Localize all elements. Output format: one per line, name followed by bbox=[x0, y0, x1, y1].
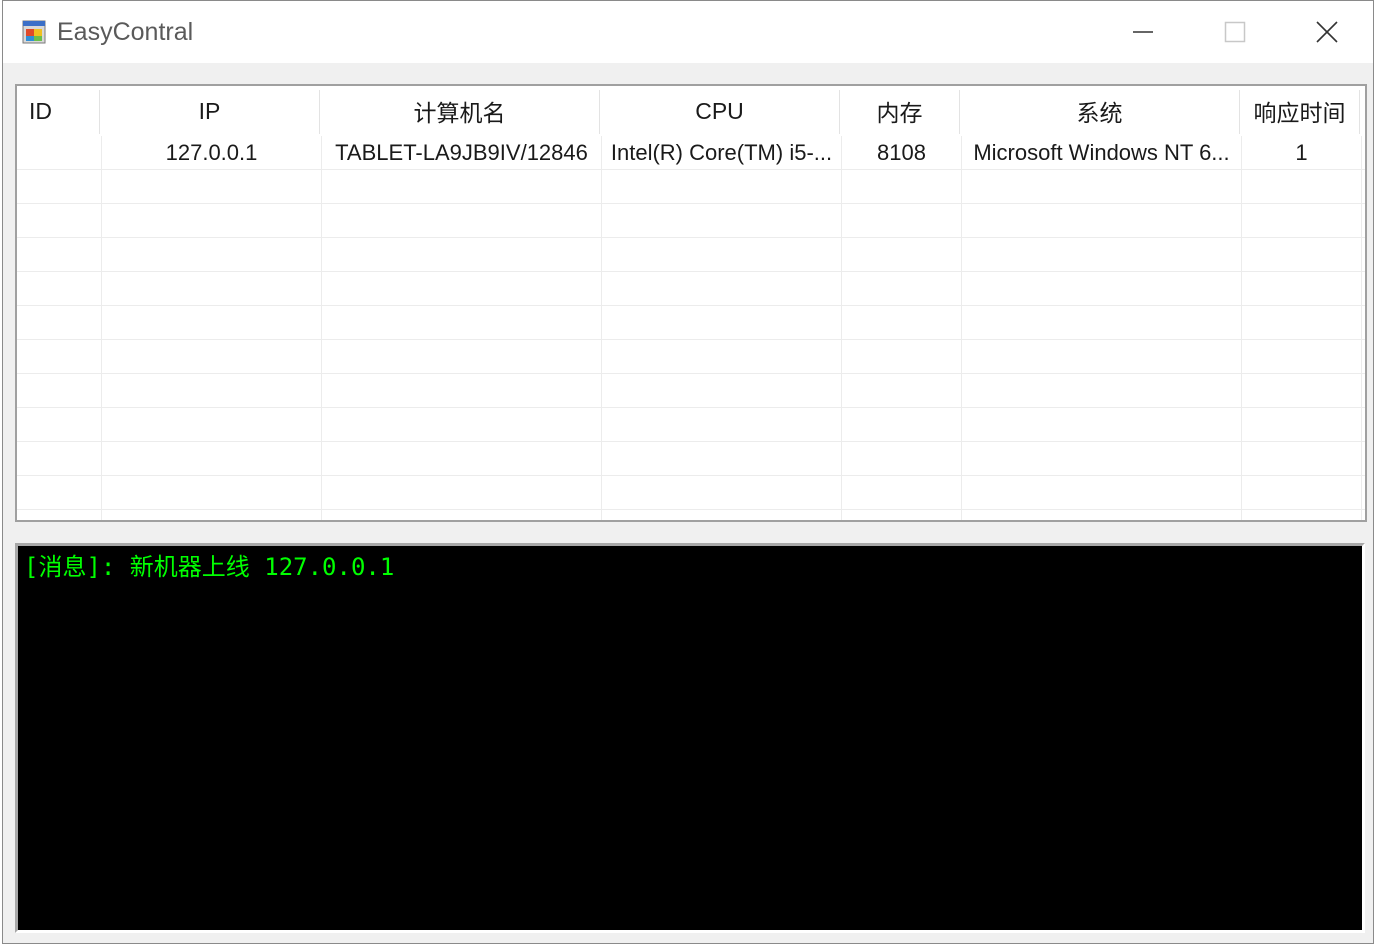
title-bar[interactable]: EasyContral bbox=[3, 1, 1373, 63]
empty-row bbox=[17, 306, 1365, 340]
app-icon bbox=[22, 20, 46, 44]
cell-computer-name: TABLET-LA9JB9IV/12846 bbox=[335, 139, 588, 165]
cell-memory: 8108 bbox=[877, 139, 926, 165]
window-title: EasyContral bbox=[57, 18, 194, 46]
empty-row bbox=[17, 340, 1365, 374]
list-header: ID IP 计算机名 CPU 内存 系统 响应时间 bbox=[17, 86, 1365, 136]
cell-id bbox=[17, 136, 101, 169]
empty-row bbox=[17, 374, 1365, 408]
empty-row bbox=[17, 476, 1365, 510]
cell-ip: 127.0.0.1 bbox=[165, 139, 258, 165]
maximize-button[interactable] bbox=[1189, 1, 1281, 63]
empty-row bbox=[17, 170, 1365, 204]
empty-row bbox=[17, 272, 1365, 306]
cell-response-time: 1 bbox=[1295, 139, 1308, 165]
main-window: EasyContral ID IP 计算机名 CPU 内存 系统 响应时间 12… bbox=[2, 0, 1374, 944]
cell-system: Microsoft Windows NT 6... bbox=[973, 139, 1230, 165]
column-header-system[interactable]: 系统 bbox=[960, 86, 1239, 136]
column-header-computer-name[interactable]: 计算机名 bbox=[320, 86, 599, 136]
empty-row bbox=[17, 238, 1365, 272]
table-row[interactable]: 127.0.0.1 TABLET-LA9JB9IV/12846 Intel(R)… bbox=[17, 136, 1365, 170]
close-button[interactable] bbox=[1281, 1, 1373, 63]
column-header-memory[interactable]: 内存 bbox=[840, 86, 959, 136]
maximize-icon bbox=[1224, 21, 1246, 43]
cell-cpu: Intel(R) Core(TM) i5-... bbox=[610, 139, 833, 165]
message-console[interactable]: [消息]: 新机器上线 127.0.0.1 bbox=[15, 543, 1365, 933]
empty-row bbox=[17, 442, 1365, 476]
column-header-cpu[interactable]: CPU bbox=[600, 86, 839, 136]
empty-row bbox=[17, 204, 1365, 238]
column-header-ip[interactable]: IP bbox=[100, 86, 319, 136]
empty-row bbox=[17, 408, 1365, 442]
column-header-response-time[interactable]: 响应时间 bbox=[1240, 86, 1359, 136]
close-icon bbox=[1316, 21, 1338, 43]
column-header-id[interactable]: ID bbox=[29, 86, 99, 136]
column-separator[interactable] bbox=[1359, 90, 1360, 134]
minimize-icon bbox=[1133, 31, 1153, 33]
console-message: [消息]: 新机器上线 127.0.0.1 bbox=[24, 553, 395, 581]
machine-list[interactable]: ID IP 计算机名 CPU 内存 系统 响应时间 127.0.0.1 TABL… bbox=[15, 84, 1367, 522]
minimize-button[interactable] bbox=[1097, 1, 1189, 63]
